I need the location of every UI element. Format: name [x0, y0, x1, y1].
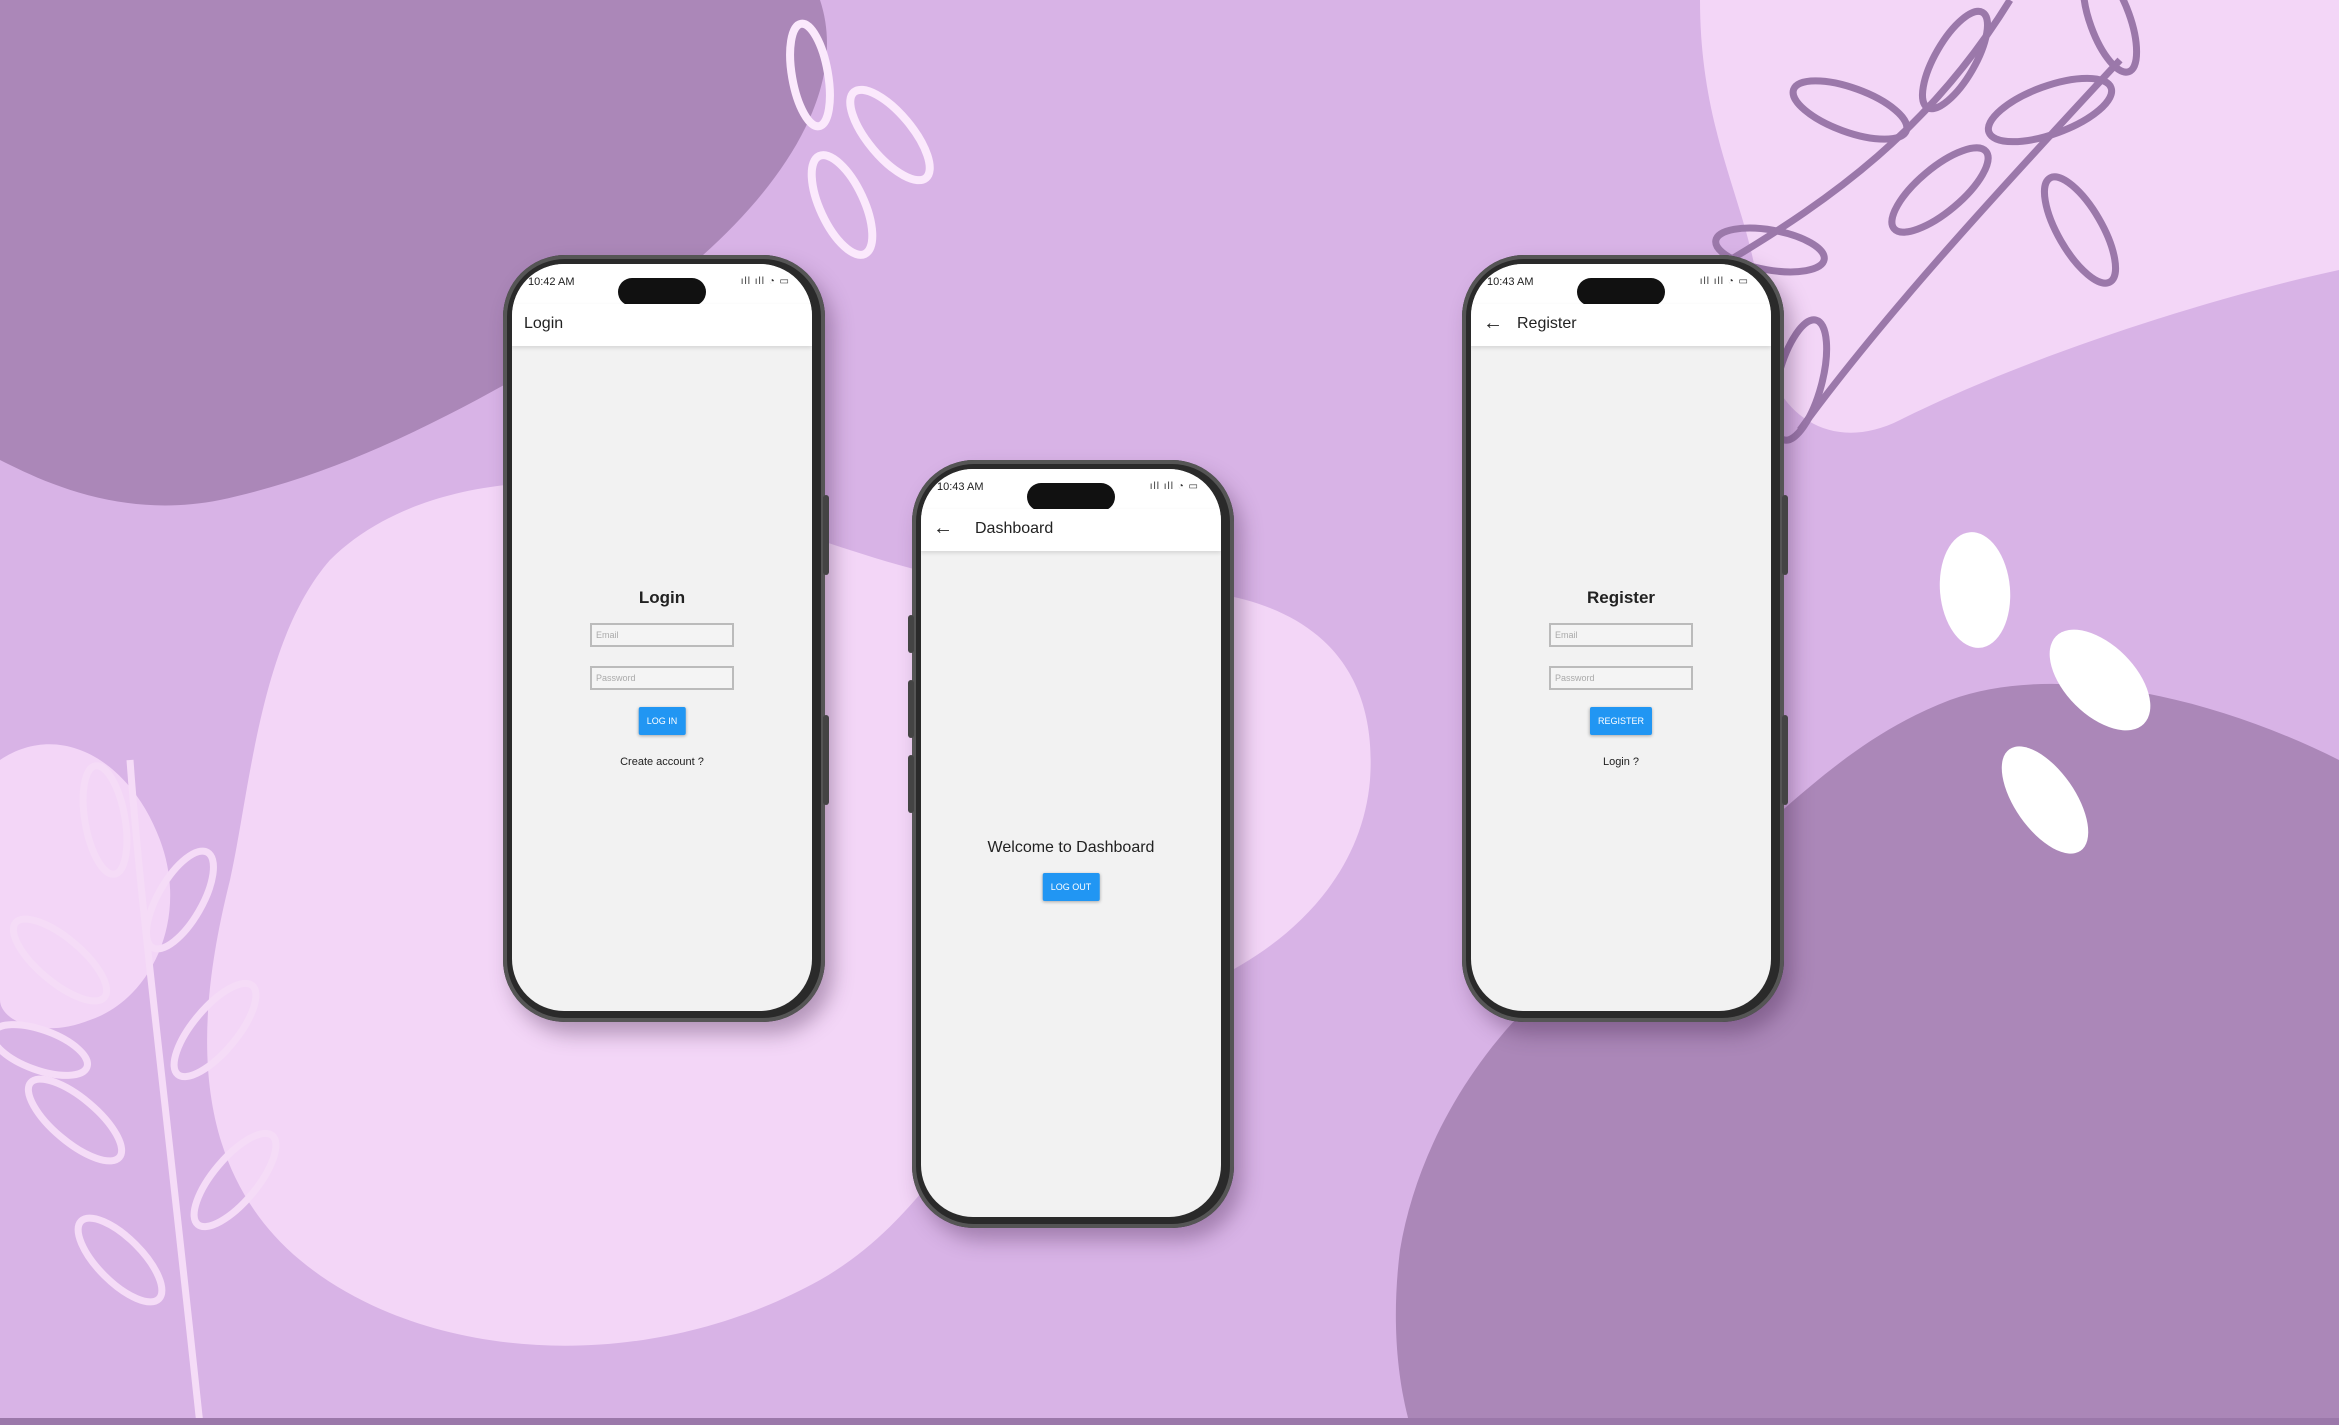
- create-account-link[interactable]: Create account ?: [512, 756, 812, 768]
- dynamic-island: [618, 278, 706, 306]
- email-field[interactable]: Email: [1549, 623, 1693, 647]
- status-time: 10:42 AM: [528, 276, 575, 288]
- phone-login: 10:42 AM ıll ıll ◔ ▭ Login Login Email P…: [503, 255, 829, 1022]
- status-time: 10:43 AM: [937, 481, 984, 493]
- login-form: Login Email Password LOG IN Create accou…: [512, 346, 812, 1011]
- welcome-text: Welcome to Dashboard: [987, 839, 1155, 856]
- register-form: Register Email Password REGISTER Login ?: [1471, 346, 1771, 1011]
- password-field[interactable]: Password: [590, 666, 734, 690]
- login-link[interactable]: Login ?: [1471, 756, 1771, 768]
- status-icons: ıll ıll ◔ ▭: [740, 276, 790, 287]
- dynamic-island: [1577, 278, 1665, 306]
- status-icons: ıll ıll ◔ ▭: [1149, 481, 1199, 492]
- arrow-left-icon[interactable]: ←: [933, 517, 953, 540]
- app-bar: ← Register: [1471, 304, 1771, 346]
- phone-register: 10:43 AM ıll ıll ◔ ▭ ← Register Register…: [1462, 255, 1788, 1022]
- login-heading: Login: [638, 588, 686, 607]
- password-field[interactable]: Password: [1549, 666, 1693, 690]
- app-bar-title: Register: [1517, 315, 1577, 332]
- dashboard-body: Welcome to Dashboard LOG OUT: [921, 551, 1221, 1217]
- register-heading: Register: [1586, 588, 1656, 607]
- screen-dashboard: 10:43 AM ıll ıll ◔ ▭ ← Dashboard Welcome…: [921, 469, 1221, 1217]
- screen-register: 10:43 AM ıll ıll ◔ ▭ ← Register Register…: [1471, 264, 1771, 1011]
- dynamic-island: [1027, 483, 1115, 511]
- app-bar-title: Dashboard: [975, 520, 1054, 537]
- log-out-button[interactable]: LOG OUT: [1042, 873, 1100, 901]
- status-bar: 10:43 AM ıll ıll ◔ ▭: [1471, 264, 1771, 306]
- app-bar: ← Dashboard: [921, 509, 1221, 551]
- log-in-button[interactable]: LOG IN: [638, 707, 686, 735]
- screen-login: 10:42 AM ıll ıll ◔ ▭ Login Login Email P…: [512, 264, 812, 1011]
- status-bar: 10:42 AM ıll ıll ◔ ▭: [512, 264, 812, 306]
- register-button[interactable]: REGISTER: [1589, 707, 1653, 735]
- status-bar: 10:43 AM ıll ıll ◔ ▭: [921, 469, 1221, 511]
- status-icons: ıll ıll ◔ ▭: [1699, 276, 1749, 287]
- arrow-left-icon[interactable]: ←: [1483, 312, 1503, 335]
- status-time: 10:43 AM: [1487, 276, 1534, 288]
- phone-dashboard: 10:43 AM ıll ıll ◔ ▭ ← Dashboard Welcome…: [908, 460, 1234, 1228]
- app-bar-title: Login: [524, 315, 564, 332]
- email-field[interactable]: Email: [590, 623, 734, 647]
- app-bar: Login: [512, 304, 812, 346]
